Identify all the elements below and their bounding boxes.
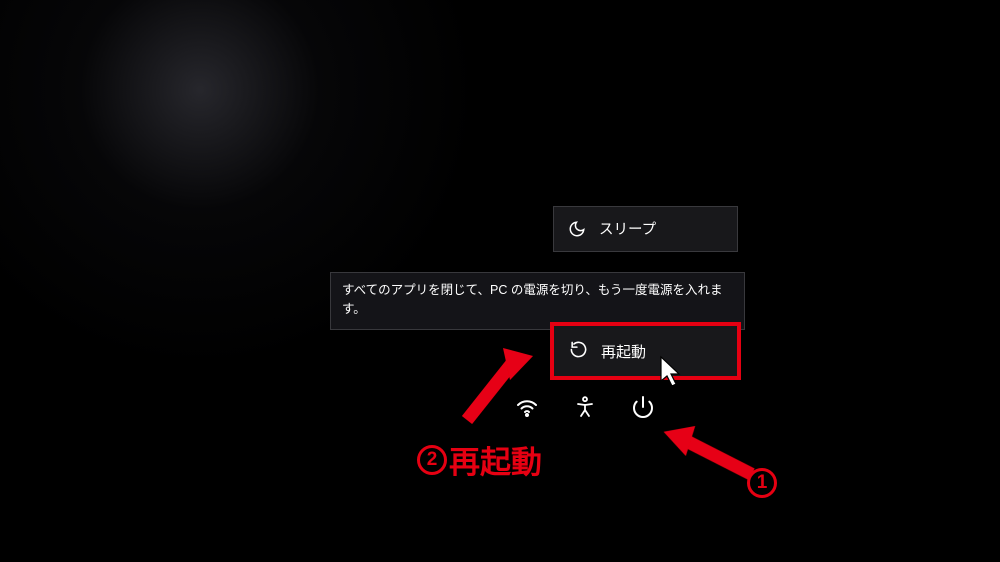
annotation-number-2: 2 [417, 445, 447, 475]
sleep-menu-item[interactable]: スリープ [554, 207, 737, 251]
accessibility-icon[interactable] [573, 395, 597, 419]
annotation-label-1: 1 [747, 460, 777, 498]
power-menu-flyout: スリープ [553, 206, 738, 252]
restart-tooltip: すべてのアプリを閉じて、PC の電源を切り、もう一度電源を入れます。 [330, 272, 745, 330]
restart-menu-item[interactable]: 再起動 [553, 325, 738, 377]
sleep-label: スリープ [599, 218, 656, 239]
moon-icon [568, 220, 586, 238]
power-icon[interactable] [631, 395, 655, 419]
letterbox-right [782, 0, 1000, 562]
restart-label: 再起動 [601, 341, 646, 362]
annotation-text-2: 再起動 [449, 437, 542, 482]
tooltip-text: すべてのアプリを閉じて、PC の電源を切り、もう一度電源を入れます。 [342, 283, 722, 316]
annotation-number-1: 1 [747, 468, 777, 498]
restart-icon [569, 340, 588, 363]
annotation-label-2: 2 再起動 [417, 437, 542, 482]
lock-screen-corner-icons [515, 395, 655, 419]
wifi-icon[interactable] [515, 395, 539, 419]
